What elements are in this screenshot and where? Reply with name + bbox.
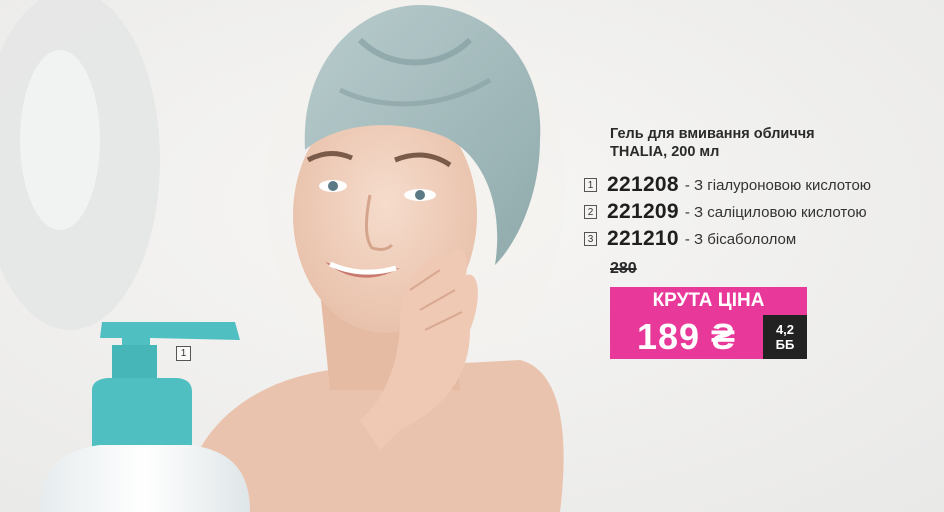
- product-title-line1: Гель для вмивання обличчя: [610, 126, 815, 142]
- variant-number: 1: [584, 178, 597, 192]
- variant-description: - З бісабололом: [684, 230, 797, 248]
- variant-code: 221209: [607, 200, 679, 223]
- bonus-points-unit: ББ: [775, 337, 795, 352]
- product-title-line2: THALIA, 200 мл: [610, 144, 720, 160]
- variant-code: 221208: [607, 173, 679, 196]
- old-price: 280: [610, 260, 637, 277]
- hero-photo: [0, 0, 944, 512]
- promo-price-block: КРУТА ЦІНА 189 ₴ 4,2 ББ: [610, 287, 807, 359]
- variant-code: 221210: [607, 227, 679, 250]
- bonus-points-value: 4,2: [775, 322, 795, 337]
- variant-description: - З гіалуроновою кислотою: [684, 176, 872, 194]
- product-title: Гель для вмивання обличчя THALIA, 200 мл: [610, 125, 930, 161]
- variant-item: 1 221208 - З гіалуроновою кислотою: [584, 173, 871, 197]
- variant-item: 2 221209 - З саліциловою кислотою: [584, 200, 867, 224]
- bottle-variant-tag: 1: [176, 346, 191, 361]
- promo-price: 189 ₴: [610, 315, 763, 359]
- variant-number: 3: [584, 232, 597, 246]
- variant-description: - З саліциловою кислотою: [684, 203, 867, 221]
- variant-number: 2: [584, 205, 597, 219]
- promo-label: КРУТА ЦІНА: [610, 287, 807, 315]
- variant-item: 3 221210 - З бісабололом: [584, 227, 796, 251]
- bonus-points-badge: 4,2 ББ: [763, 315, 807, 359]
- woman-with-towel-illustration: [0, 0, 944, 512]
